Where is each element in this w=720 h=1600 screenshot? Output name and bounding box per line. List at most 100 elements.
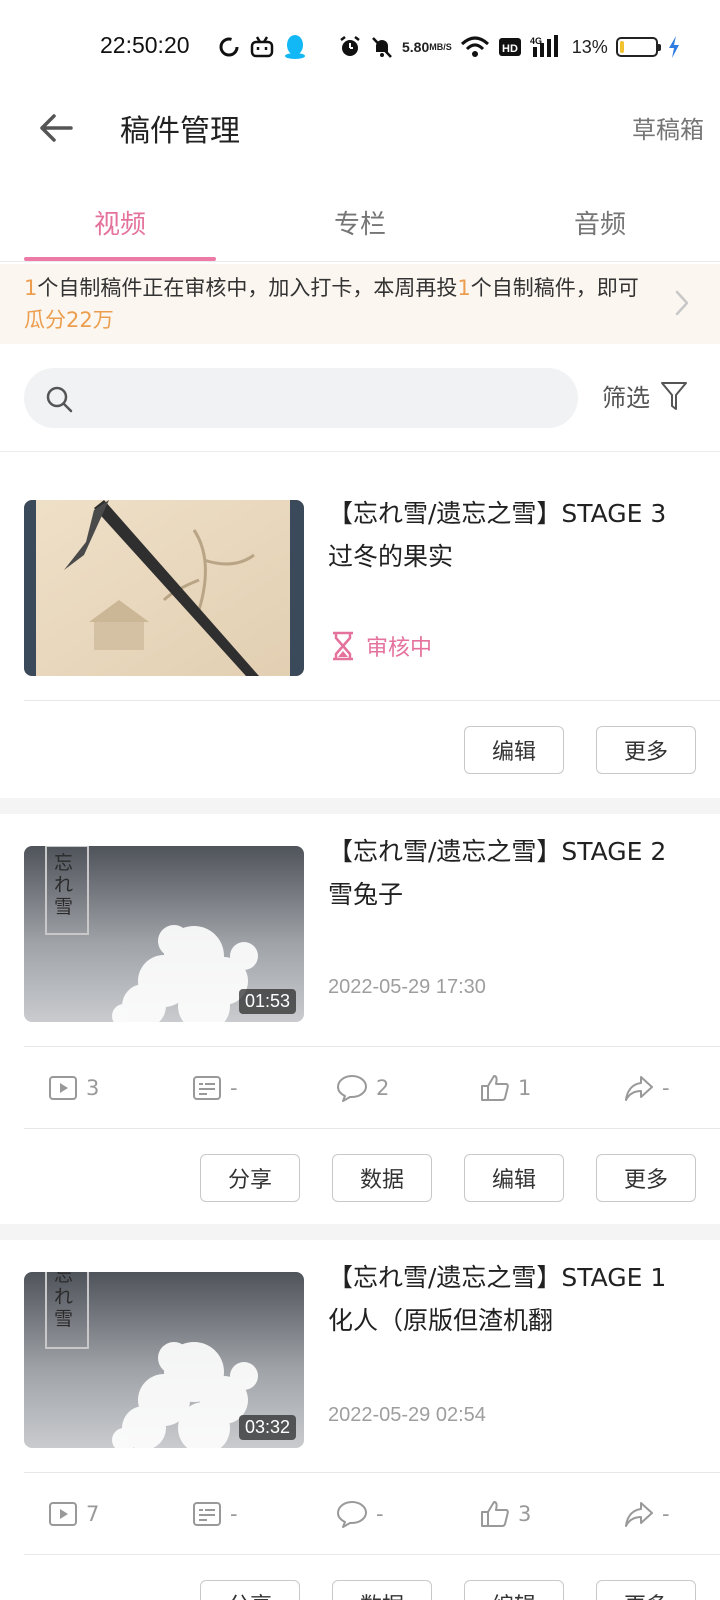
publish-date: 2022-05-29 02:54 <box>328 1404 486 1426</box>
filter-icon <box>661 381 687 410</box>
edit-button[interactable]: 编辑 <box>464 1154 564 1202</box>
filter-button[interactable]: 筛选 <box>602 378 688 413</box>
video-thumbnail[interactable]: 忘れ雪 03:32 <box>24 1272 304 1448</box>
notice-count-2: 1 <box>457 276 471 300</box>
wifi-icon <box>460 35 490 59</box>
hourglass-icon <box>333 631 353 661</box>
net-speed: 5.80 MB/S <box>402 38 452 55</box>
status-system-icons: 5.80 MB/S HD 4G 13% <box>338 32 688 62</box>
divider <box>24 1128 720 1129</box>
svg-text:HD: HD <box>502 43 518 55</box>
share-icon <box>625 1502 653 1527</box>
tab-video[interactable]: 视频 <box>0 186 240 261</box>
video-thumbnail[interactable] <box>24 500 304 676</box>
hd-icon: HD <box>498 36 522 58</box>
video-thumbnail[interactable]: 忘れ雪 01:53 <box>24 846 304 1022</box>
video-title-line: 过冬的果实 <box>328 542 454 571</box>
share-button[interactable]: 分享 <box>200 1154 300 1202</box>
stat-comments: 2 <box>288 1048 432 1128</box>
video-title[interactable]: 【忘れ雪/遗忘之雪】STAGE 3 过冬的果实 <box>328 492 700 578</box>
mute-icon <box>370 35 394 59</box>
qq-icon <box>284 34 306 60</box>
video-stats: 3 - 2 1 - <box>0 1048 720 1128</box>
page-title: 稿件管理 <box>120 114 240 149</box>
notice-text-part: 个自制稿件，即可 <box>470 276 639 300</box>
comment-icon <box>337 1075 367 1102</box>
video-card: 【忘れ雪/遗忘之雪】STAGE 3 过冬的果实 审核中 编辑 更多 <box>0 452 720 798</box>
review-status: 审核中 <box>330 630 432 662</box>
video-title-line: 化人（原版但渣机翻 <box>328 1306 554 1335</box>
tab-audio[interactable]: 音频 <box>480 186 720 261</box>
divider <box>24 1554 720 1555</box>
promo-notice-banner[interactable]: 1个自制稿件正在审核中，加入打卡，本周再投1个自制稿件，即可瓜分22万 <box>0 264 720 344</box>
tab-column[interactable]: 专栏 <box>240 186 480 261</box>
stat-shares: - <box>576 1048 720 1128</box>
notice-text-part: 个自制稿件正在审核中，加入打卡，本周再投 <box>37 276 458 300</box>
notice-text: 1个自制稿件正在审核中，加入打卡，本周再投1个自制稿件，即可瓜分22万 <box>24 272 644 336</box>
bilibili-icon <box>250 34 274 60</box>
card-actions: 分享 数据 编辑 更多 <box>168 1580 696 1600</box>
arrow-left-icon <box>40 114 73 142</box>
search-box[interactable] <box>24 368 578 428</box>
edit-button[interactable]: 编辑 <box>464 1580 564 1600</box>
video-stats: 7 - - 3 - <box>0 1474 720 1554</box>
stat-likes: 1 <box>432 1048 576 1128</box>
stat-comments: - <box>288 1474 432 1554</box>
divider <box>24 1472 720 1473</box>
more-button[interactable]: 更多 <box>596 726 696 774</box>
divider <box>24 700 720 701</box>
thumbnail-image <box>24 500 304 676</box>
signal-icon: 4G <box>530 35 564 59</box>
stat-shares-value: - <box>662 1076 670 1100</box>
video-title-line: 【忘れ雪/遗忘之雪】STAGE 3 <box>328 499 667 528</box>
battery-percent: 13% <box>571 36 608 57</box>
video-title-line: 【忘れ雪/遗忘之雪】STAGE 1 <box>328 1263 667 1292</box>
stat-danmaku-value: - <box>230 1076 238 1100</box>
back-button[interactable] <box>36 108 76 148</box>
comment-icon <box>337 1501 367 1528</box>
card-actions: 分享 数据 编辑 更多 <box>168 1154 696 1202</box>
video-card: 忘れ雪 01:53 【忘れ雪/遗忘之雪】STAGE 2 雪兔子 2022-05-… <box>0 814 720 1224</box>
data-button[interactable]: 数据 <box>332 1154 432 1202</box>
filter-label: 筛选 <box>602 384 650 412</box>
video-card: 忘れ雪 03:32 【忘れ雪/遗忘之雪】STAGE 1 化人（原版但渣机翻 20… <box>0 1240 720 1600</box>
sync-icon <box>218 34 240 60</box>
edit-button[interactable]: 编辑 <box>464 726 564 774</box>
video-duration: 01:53 <box>238 989 296 1014</box>
card-actions: 编辑 更多 <box>432 726 696 774</box>
stat-shares-value: - <box>662 1502 670 1526</box>
search-icon <box>44 384 74 418</box>
drafts-button[interactable]: 草稿箱 <box>632 110 704 145</box>
stat-likes-value: 1 <box>518 1076 532 1100</box>
data-button[interactable]: 数据 <box>332 1580 432 1600</box>
status-bar: 22:50:20 5.80 MB/S HD 4G 13% <box>0 0 720 96</box>
tab-bar: 视频 专栏 音频 <box>0 186 720 262</box>
stat-danmaku: - <box>144 1048 288 1128</box>
stat-danmaku-value: - <box>230 1502 238 1526</box>
stat-likes: 3 <box>432 1474 576 1554</box>
stat-plays: 3 <box>0 1048 144 1128</box>
section-divider <box>0 798 720 814</box>
net-speed-value: 5.80 <box>402 38 430 55</box>
stat-plays: 7 <box>0 1474 144 1554</box>
video-title-line: 【忘れ雪/遗忘之雪】STAGE 2 <box>328 837 667 866</box>
play-icon <box>49 1502 77 1526</box>
stat-plays-value: 3 <box>86 1076 100 1100</box>
thumbs-up-icon <box>481 1501 509 1527</box>
more-button[interactable]: 更多 <box>596 1154 696 1202</box>
video-title[interactable]: 【忘れ雪/遗忘之雪】STAGE 1 化人（原版但渣机翻 <box>328 1256 700 1342</box>
thumbs-up-icon <box>481 1075 509 1101</box>
battery-fill <box>619 41 625 53</box>
review-status-label: 审核中 <box>366 636 433 661</box>
stat-shares: - <box>576 1474 720 1554</box>
thumbnail-caption: 忘れ雪 <box>54 1272 74 1330</box>
stat-likes-value: 3 <box>518 1502 532 1526</box>
share-button[interactable]: 分享 <box>200 1580 300 1600</box>
status-notification-icons <box>218 32 316 62</box>
search-input[interactable] <box>94 368 554 428</box>
stat-comments-value: 2 <box>376 1076 390 1100</box>
app-header: 稿件管理 草稿箱 <box>0 90 720 170</box>
more-button[interactable]: 更多 <box>596 1580 696 1600</box>
video-title[interactable]: 【忘れ雪/遗忘之雪】STAGE 2 雪兔子 <box>328 830 700 916</box>
divider <box>24 1046 720 1047</box>
